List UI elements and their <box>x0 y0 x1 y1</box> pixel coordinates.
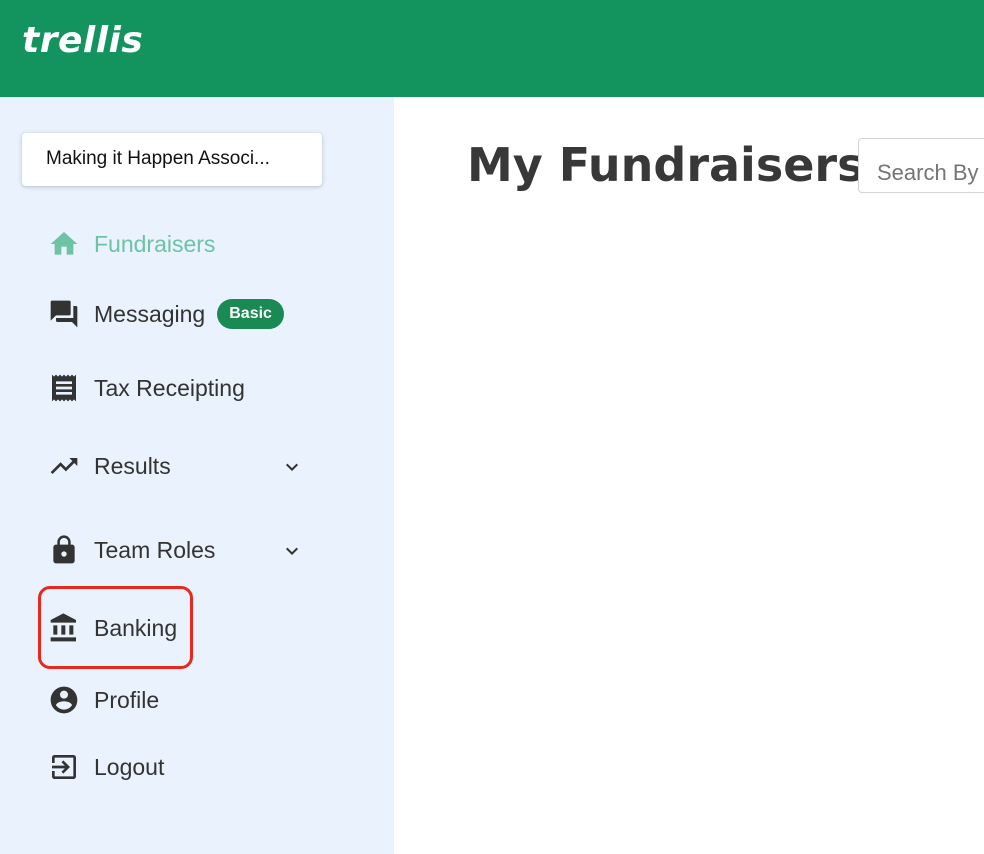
sidebar-item-messaging[interactable]: Messaging Basic <box>47 294 284 334</box>
sidebar-item-label: Profile <box>94 686 160 713</box>
logout-icon <box>47 750 81 784</box>
sidebar-item-label: Messaging <box>94 300 206 327</box>
sidebar-item-tax-receipting[interactable]: Tax Receipting <box>47 368 245 408</box>
search-input[interactable] <box>858 138 984 193</box>
home-icon <box>47 227 81 261</box>
sidebar-item-label: Team Roles <box>94 536 216 563</box>
receipt-icon <box>47 371 81 405</box>
sidebar-item-label: Tax Receipting <box>94 374 245 401</box>
lock-icon <box>47 533 81 567</box>
organization-selector[interactable]: Making it Happen Associ... <box>22 133 322 186</box>
sidebar-item-logout[interactable]: Logout <box>47 747 164 787</box>
sidebar: Making it Happen Associ... Fundraisers M… <box>0 97 394 854</box>
sidebar-item-profile[interactable]: Profile <box>47 680 159 720</box>
forum-icon <box>47 297 81 331</box>
trending-up-icon <box>47 449 81 483</box>
sidebar-item-label: Logout <box>94 753 165 780</box>
account-circle-icon <box>47 683 81 717</box>
bank-icon <box>47 611 81 645</box>
sidebar-item-team-roles[interactable]: Team Roles <box>47 530 215 570</box>
top-bar: trellis <box>0 0 984 97</box>
sidebar-item-label: Fundraisers <box>94 230 216 257</box>
trellis-logo[interactable]: trellis <box>22 20 143 61</box>
chevron-down-icon[interactable] <box>280 539 304 563</box>
plan-badge: Basic <box>217 299 284 329</box>
page-title: My Fundraisers <box>467 138 865 192</box>
sidebar-item-fundraisers[interactable]: Fundraisers <box>47 224 215 264</box>
sidebar-item-banking[interactable]: Banking <box>47 608 177 648</box>
sidebar-item-label: Banking <box>94 614 178 641</box>
sidebar-item-label: Results <box>94 452 171 479</box>
chevron-down-icon[interactable] <box>280 455 304 479</box>
sidebar-item-results[interactable]: Results <box>47 446 171 486</box>
